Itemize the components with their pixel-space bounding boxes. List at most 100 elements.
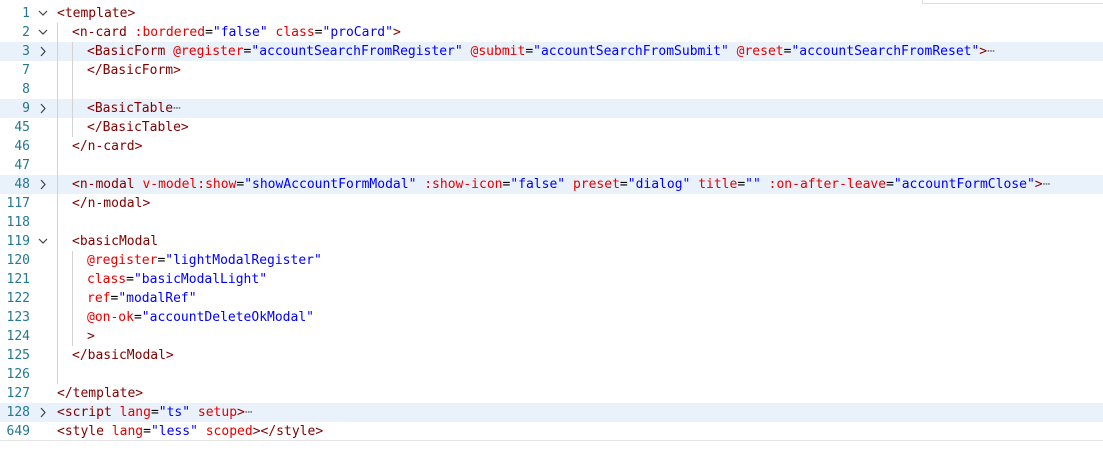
indent-guide	[57, 270, 58, 289]
code-text: <script lang="ts" setup>⋯	[57, 403, 253, 422]
indent-guide	[57, 346, 58, 365]
code-text: <BasicTable⋯	[87, 99, 181, 118]
line-number: 9	[22, 101, 30, 116]
line-number: 2	[22, 25, 30, 40]
code-line[interactable]: 118	[0, 213, 1103, 232]
indent-guide	[72, 327, 73, 346]
code-text: <basicModal	[72, 232, 158, 251]
code-token: v-model:show	[142, 177, 237, 192]
indent-guide	[57, 42, 58, 61]
code-token: preset	[572, 177, 620, 192]
code-line[interactable]: 649 <style lang="less" scoped></style>	[0, 422, 1103, 441]
code-token: "accountSearchFromSubmit"	[533, 44, 729, 59]
code-token: <basicModal	[72, 234, 159, 249]
indent-guide	[57, 137, 58, 156]
indent-guide	[57, 194, 58, 213]
code-token: =	[886, 177, 894, 192]
code-token: "accountSearchFromReset"	[791, 44, 980, 59]
indent-guide	[72, 270, 73, 289]
indent-guide	[57, 365, 58, 384]
code-token: class	[275, 25, 315, 40]
code-text: class="basicModalLight"	[87, 270, 267, 289]
code-token: <template>	[57, 6, 136, 21]
line-number: 128	[6, 405, 30, 420]
code-line[interactable]: 127 </template>	[0, 384, 1103, 403]
indent-guide	[57, 80, 58, 99]
code-line[interactable]: 120 @register="lightModalRegister"	[0, 251, 1103, 270]
code-line[interactable]: 45 </BasicTable>	[0, 118, 1103, 137]
code-token: =	[205, 25, 213, 40]
code-token: "dialog"	[627, 177, 691, 192]
code-line[interactable]: 126	[0, 365, 1103, 384]
line-number: 123	[6, 310, 30, 325]
indent-guide	[57, 232, 58, 251]
code-token: "accountSearchFromRegister"	[251, 44, 463, 59]
code-token: :on-after-leave	[768, 177, 887, 192]
fold-chevron-right-icon[interactable]	[36, 99, 50, 118]
code-token: <style	[57, 424, 112, 439]
line-number: 649	[6, 424, 30, 439]
code-editor[interactable]: 1 <template> 2 <n-card :bordered="false" cl…	[0, 0, 1103, 453]
code-line[interactable]: 122 ref="modalRef"	[0, 289, 1103, 308]
line-number: 121	[6, 272, 30, 287]
indent-guide	[72, 61, 73, 80]
line-number: 8	[22, 82, 30, 97]
code-token: >	[1034, 177, 1043, 192]
fold-chevron-down-icon[interactable]	[36, 23, 50, 42]
code-token: "lightModalRegister"	[165, 253, 322, 268]
fold-chevron-right-icon[interactable]	[36, 42, 50, 61]
line-number: 3	[22, 44, 30, 59]
code-token: "modalRef"	[118, 291, 197, 306]
code-token: =	[126, 272, 134, 287]
code-token: >	[87, 329, 95, 344]
folded-ellipsis-icon[interactable]: ⋯	[987, 44, 995, 59]
code-token: ref	[87, 291, 111, 306]
fold-chevron-right-icon[interactable]	[36, 403, 50, 422]
line-number: 45	[14, 120, 30, 135]
fold-chevron-down-icon[interactable]	[36, 4, 50, 23]
folded-ellipsis-icon[interactable]: ⋯	[1043, 177, 1051, 192]
code-line[interactable]: 7 </BasicForm>	[0, 61, 1103, 80]
folded-ellipsis-icon[interactable]: ⋯	[245, 405, 253, 420]
code-line[interactable]: 124 >	[0, 327, 1103, 346]
code-line[interactable]: 46 </n-card>	[0, 137, 1103, 156]
code-line[interactable]: 123 @on-ok="accountDeleteOkModal"	[0, 308, 1103, 327]
code-text: @register="lightModalRegister"	[87, 251, 322, 270]
code-line[interactable]: 128 <script lang="ts" setup>⋯	[0, 403, 1103, 422]
line-number: 46	[14, 139, 30, 154]
code-line[interactable]: 47	[0, 156, 1103, 175]
code-line[interactable]: 3 <BasicForm @register="accountSearchFrom…	[0, 42, 1103, 61]
code-text: <n-card :bordered="false" class="proCard…	[72, 23, 401, 42]
fold-chevron-down-icon[interactable]	[36, 232, 50, 251]
code-text: </template>	[57, 384, 143, 403]
code-token: </n-card>	[72, 139, 143, 154]
line-number: 127	[6, 386, 30, 401]
code-token: title	[698, 177, 738, 192]
indent-guide	[57, 251, 58, 270]
line-number: 119	[6, 234, 30, 249]
line-number: 125	[6, 348, 30, 363]
indent-guide	[57, 308, 58, 327]
folded-ellipsis-icon[interactable]: ⋯	[173, 101, 181, 116]
code-token: =	[737, 177, 746, 192]
code-token: "false"	[510, 177, 566, 192]
code-line[interactable]: 2 <n-card :bordered="false" class="proCar…	[0, 23, 1103, 42]
code-token: lang	[111, 424, 144, 439]
code-line[interactable]: 9 <BasicTable⋯	[0, 99, 1103, 118]
code-text: </n-card>	[72, 137, 142, 156]
code-line[interactable]: 117 </n-modal>	[0, 194, 1103, 213]
code-line[interactable]: 119 <basicModal	[0, 232, 1103, 251]
indent-guide	[57, 175, 58, 194]
indent-guide	[72, 42, 73, 61]
fold-chevron-right-icon[interactable]	[36, 175, 50, 194]
code-line[interactable]: 1 <template>	[0, 4, 1103, 23]
code-text: <style lang="less" scoped></style>	[57, 422, 323, 441]
code-line[interactable]: 48 <n-modal v-model:show = "showAccountForm…	[0, 175, 1103, 194]
code-line[interactable]: 8	[0, 80, 1103, 99]
code-token: =	[133, 310, 142, 325]
code-line[interactable]: 121 class="basicModalLight"	[0, 270, 1103, 289]
code-line[interactable]: 125 </basicModal>	[0, 346, 1103, 365]
